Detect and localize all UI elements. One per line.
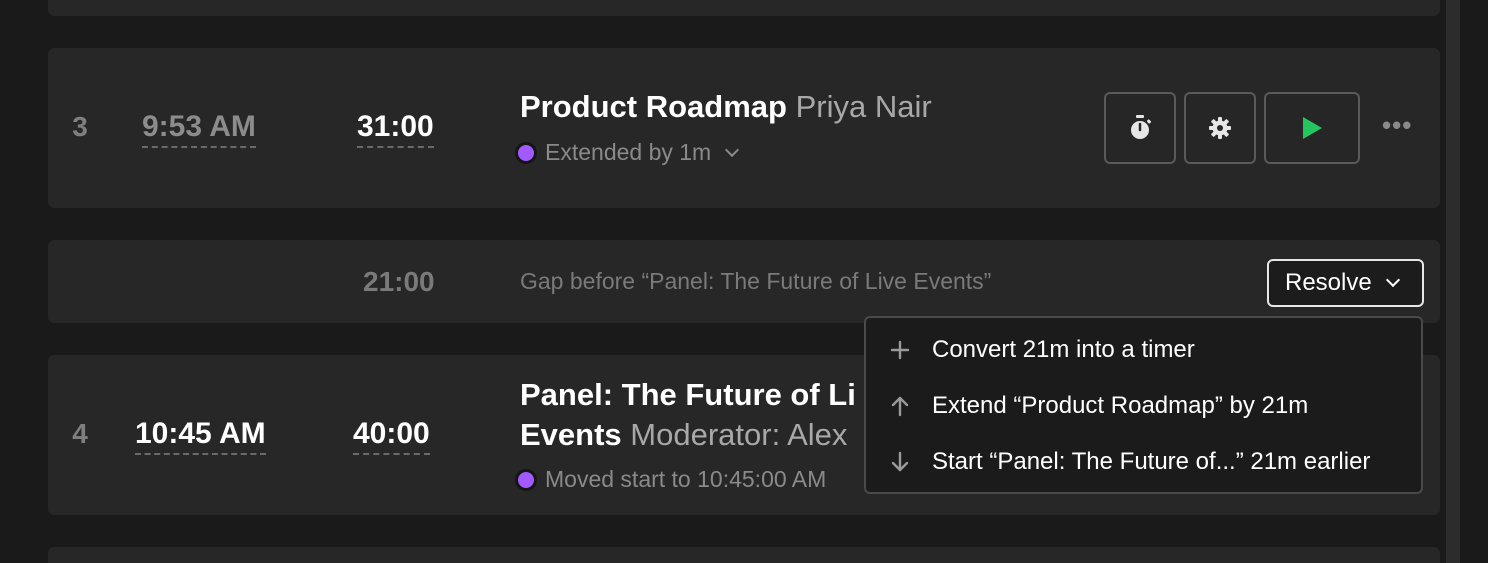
row-number: 3: [72, 111, 88, 142]
plus-icon: [886, 340, 914, 360]
rundown-page: 3 9:53 AM 31:00 Product Roadmap Priya Na…: [0, 0, 1488, 563]
menu-item-label: Extend “Product Roadmap” by 21m: [932, 392, 1309, 419]
start-time[interactable]: 10:45 AM: [135, 417, 266, 455]
menu-item-label: Convert 21m into a timer: [932, 336, 1195, 363]
chevron-down-icon: [1385, 272, 1400, 288]
cue-title-text: Product Roadmap: [520, 89, 787, 124]
duration[interactable]: 40:00: [353, 417, 430, 455]
gear-icon: [1209, 117, 1231, 139]
row-number: 4: [72, 418, 88, 449]
cue-status: Moved start to 10:45:00 AM: [515, 466, 827, 493]
rundown-card-previous: [48, 0, 1440, 16]
menu-item-convert-timer[interactable]: Convert 21m into a timer: [886, 336, 1195, 364]
resolve-label: Resolve: [1285, 269, 1372, 296]
duration[interactable]: 31:00: [357, 110, 434, 148]
cue-speaker: Moderator: Alex: [630, 417, 848, 452]
gap-description: Gap before “Panel: The Future of Live Ev…: [520, 268, 992, 294]
gap-duration: 21:00: [363, 266, 435, 297]
cue-title-line-1: Panel: The Future of Li: [520, 377, 856, 412]
cue-status-text: Extended by 1m: [545, 139, 712, 165]
resolve-dropdown-button[interactable]: Resolve: [1267, 259, 1424, 307]
cue-status-text: Moved start to 10:45:00 AM: [545, 466, 827, 492]
cue-status[interactable]: Extended by 1m: [515, 139, 740, 166]
menu-item-extend-previous[interactable]: Extend “Product Roadmap” by 21m: [886, 392, 1308, 420]
chevron-down-icon: [725, 142, 740, 157]
play-icon: [1303, 117, 1322, 139]
status-dot-icon: [515, 468, 537, 491]
start-time[interactable]: 9:53 AM: [142, 110, 256, 148]
cue-title: Panel: The Future of Li Events Moderator…: [520, 375, 856, 455]
play-button[interactable]: [1264, 92, 1360, 164]
settings-button[interactable]: [1184, 92, 1256, 164]
arrow-up-icon: [886, 395, 914, 417]
menu-item-label: Start “Panel: The Future of...” 21m earl…: [932, 448, 1371, 475]
stopwatch-icon: [1131, 115, 1152, 139]
menu-item-start-earlier[interactable]: Start “Panel: The Future of...” 21m earl…: [886, 448, 1370, 476]
cue-title-line-2: Events: [520, 417, 622, 452]
cue-title: Product Roadmap Priya Nair: [520, 87, 932, 127]
rundown-card-next: [48, 547, 1440, 563]
cue-speaker: Priya Nair: [795, 89, 932, 124]
resolve-menu: Convert 21m into a timer Extend “Product…: [864, 316, 1423, 494]
scrollbar-thumb[interactable]: [1446, 0, 1460, 563]
arrow-down-icon: [886, 451, 914, 473]
more-horizontal-icon[interactable]: •••: [1382, 110, 1412, 141]
timer-button[interactable]: [1104, 92, 1176, 164]
status-dot-icon: [515, 141, 537, 164]
